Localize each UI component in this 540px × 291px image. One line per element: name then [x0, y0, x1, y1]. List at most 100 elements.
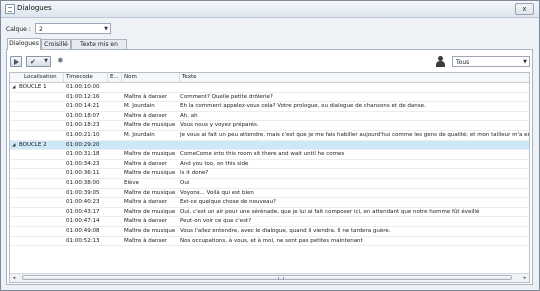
check-icon: ✔	[30, 58, 36, 66]
scroll-left-icon[interactable]: ◂	[10, 274, 18, 282]
location-cell	[19, 179, 67, 188]
name-cell	[124, 83, 179, 92]
location-cell	[19, 189, 67, 198]
name-cell: Maître de musique	[124, 227, 176, 234]
options-button[interactable]: ✹	[56, 56, 67, 67]
text-cell: Is it done?	[180, 170, 209, 177]
person-icon	[436, 56, 445, 67]
table-row[interactable]: 01:00:12:16 Maître à danser Comment? Quell…	[10, 93, 529, 103]
timecode-cell: 01:00:36:11	[66, 170, 100, 177]
timecode-cell: 01:00:18:07	[66, 112, 100, 119]
timecode-cell: 01:00:34:23	[66, 160, 100, 167]
text-cell: Peut-on voir ce que c'est?	[180, 218, 252, 225]
text-cell: Oui, c'est un air pour une sérénade, que…	[180, 208, 480, 215]
timecode-cell: 01:00:47:14	[66, 218, 100, 225]
chevron-down-icon: ▼	[104, 26, 108, 32]
title-bar[interactable]: Dialogues x	[1, 1, 539, 18]
name-cell: M. Jourdain	[124, 131, 155, 138]
sun-icon: ✹	[57, 56, 64, 65]
table-row[interactable]: 01:00:18:07 Maître à danser Ah, ah	[10, 112, 529, 122]
text-cell: Oui	[180, 179, 190, 186]
column-header-localisation[interactable]: Localisation	[10, 73, 64, 82]
name-cell: Maître de musique	[124, 122, 176, 129]
collapse-arrow-icon[interactable]: ◢	[12, 141, 15, 150]
table-row[interactable]: 01:00:14:21 M. Jourdain Eh la comment appe…	[10, 102, 529, 112]
table-row[interactable]: 01:00:39:05 Maître de musique Voyons... Vo…	[10, 189, 529, 199]
text-cell: Est-ce quelque chose de nouveau?	[180, 199, 276, 206]
collapse-arrow-icon[interactable]: ◢	[12, 83, 15, 92]
text-cell: ComeCome into this room sit there and wa…	[180, 151, 345, 158]
close-button[interactable]: x	[515, 3, 534, 15]
text-cell: Je vous ai fait un peu attendre, mais c'…	[180, 131, 530, 138]
location-cell: BOUCLE 1	[19, 84, 47, 90]
text-cell: Ah, ah	[180, 112, 198, 119]
name-cell	[124, 141, 179, 150]
name-cell: Maître à danser	[124, 112, 168, 119]
location-cell	[19, 121, 67, 130]
table-row[interactable]: 01:00:47:14 Maître à danser Peut-on voir c…	[10, 217, 529, 227]
name-cell: Maître à danser	[124, 160, 168, 167]
table-row[interactable]: 01:00:34:23 Maître à danser And you too, o…	[10, 160, 529, 170]
table-row[interactable]: 01:00:40:23 Maître à danser Est-ce quelque…	[10, 198, 529, 208]
location-cell	[19, 227, 67, 236]
timecode-cell: 01:00:29:20	[66, 141, 100, 148]
window-title: Dialogues	[17, 4, 52, 12]
character-filter-value: Tous	[456, 59, 470, 66]
dialogues-panel: ✔ ▼ ✹ Tous ▼ Localisation Timecode E... …	[6, 49, 533, 285]
character-filter-select[interactable]: Tous ▼	[452, 56, 530, 67]
validate-button[interactable]: ✔ ▼	[26, 56, 51, 67]
text-cell: Eh la comment appelez-vous cela? Votre p…	[180, 103, 426, 110]
table-row[interactable]: 01:00:31:18 Maître de musique ComeCome int…	[10, 150, 529, 160]
timecode-cell: 01:00:21:10	[66, 131, 100, 138]
name-cell: Elève	[124, 179, 140, 186]
location-cell	[19, 237, 67, 246]
tab-croisille[interactable]: Croisillé	[41, 39, 71, 49]
calque-label: Calque :	[6, 26, 31, 33]
table-row[interactable]: 01:00:21:10 M. Jourdain Je vous ai fait un…	[10, 131, 530, 141]
table-row[interactable]: 01:00:18:23 Maître de musique Vous nous y …	[10, 121, 529, 131]
table-row[interactable]: 01:00:36:11 Maître de musique Is it done?	[10, 169, 529, 179]
dialogue-table: Localisation Timecode E... Nom Texte ◢ BO…	[9, 72, 530, 283]
location-cell	[19, 169, 67, 178]
dialogues-window: Dialogues x Calque : 2 ▼ Dialogues Crois…	[0, 0, 540, 291]
name-cell: Maître à danser	[124, 199, 168, 206]
scrollbar-thumb[interactable]	[22, 275, 512, 280]
resize-grip-icon[interactable]: ⋰	[531, 281, 537, 288]
timecode-cell: 01:00:12:16	[66, 93, 100, 100]
tab-dialogues[interactable]: Dialogues	[7, 38, 41, 50]
table-row[interactable]: 01:00:52:13 Maître à danser Nos occupation…	[10, 237, 529, 247]
table-header: Localisation Timecode E... Nom Texte	[10, 73, 529, 83]
column-header-timecode[interactable]: Timecode	[64, 73, 108, 82]
window-icon	[5, 4, 15, 14]
location-cell	[19, 150, 67, 159]
calque-select[interactable]: 2 ▼	[35, 23, 111, 34]
timecode-cell: 01:00:49:08	[66, 227, 100, 234]
play-button[interactable]	[10, 56, 22, 67]
location-cell	[19, 102, 67, 111]
timecode-cell: 01:00:38:00	[66, 179, 100, 186]
name-cell: Maître de musique	[124, 189, 176, 196]
timecode-cell: 01:00:39:05	[66, 189, 100, 196]
scroll-right-icon[interactable]: ▸	[521, 274, 529, 282]
text-cell: And you too, on this side	[180, 160, 249, 167]
text-cell: Vous l'allez entendre, avec le dialogue,…	[180, 227, 391, 234]
table-group-row[interactable]: ◢ BOUCLE 2 01:00:29:20	[10, 140, 529, 151]
text-cell: Voyons... Voilà qui est bien	[180, 189, 254, 196]
table-row[interactable]: 01:00:38:00 Elève Oui	[10, 179, 529, 189]
name-cell: Maître de musique	[124, 170, 176, 177]
timecode-cell: 01:00:40:23	[66, 199, 100, 206]
horizontal-scrollbar[interactable]: ◂ ▸	[10, 273, 529, 282]
column-header-texte[interactable]: Texte	[180, 73, 529, 82]
timecode-cell: 01:00:14:21	[66, 103, 100, 110]
timecode-cell: 01:00:10:00	[66, 84, 100, 90]
location-cell	[19, 93, 67, 102]
table-row[interactable]: 01:00:43:17 Maître de musique Oui, c'est u…	[10, 208, 529, 218]
location-cell	[19, 217, 67, 226]
table-group-row[interactable]: ◢ BOUCLE 1 01:00:10:00	[10, 83, 529, 93]
column-header-nom[interactable]: Nom	[122, 73, 180, 82]
timecode-cell: 01:00:18:23	[66, 122, 100, 129]
table-row[interactable]: 01:00:49:08 Maître de musique Vous l'allez…	[10, 227, 529, 237]
tab-texte-mis-en-forme[interactable]: Texte mis en forme	[71, 39, 127, 58]
column-header-e[interactable]: E...	[108, 73, 122, 82]
text-cell	[180, 141, 529, 150]
